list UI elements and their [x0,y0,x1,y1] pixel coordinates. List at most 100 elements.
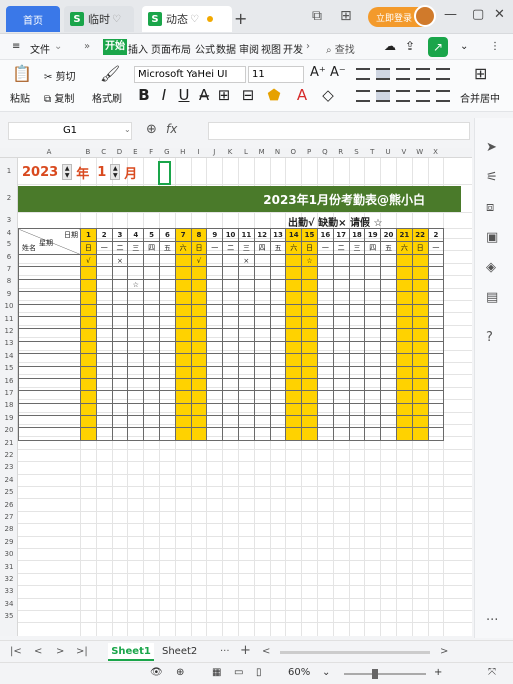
attendance-cell[interactable] [395,315,413,330]
row-header[interactable]: 30 [0,550,18,558]
attendance-cell[interactable] [269,427,287,441]
column-header-Q[interactable]: Q [317,148,333,156]
attendance-cell[interactable] [206,402,224,417]
attendance-cell[interactable] [380,340,397,355]
sheet-tab-sheet2[interactable]: Sheet2 [162,646,197,657]
attendance-cell[interactable] [285,328,303,342]
formula-input[interactable] [208,122,470,140]
attendance-cell[interactable] [80,377,97,392]
attendance-cell[interactable] [174,303,192,317]
eye-protection-icon[interactable]: 👁 [150,667,163,678]
attendance-cell[interactable] [395,390,413,404]
attendance-cell[interactable] [80,402,97,417]
fullscreen-icon[interactable]: ⤧ [488,667,496,678]
attendance-cell[interactable] [332,328,350,342]
menu-insert[interactable]: 插入 [128,41,148,56]
weekday-cell[interactable]: 三 [348,241,366,255]
attendance-cell[interactable] [285,427,303,441]
attendance-cell[interactable] [143,353,160,367]
attendance-cell[interactable] [380,315,397,330]
attendance-cell[interactable] [253,340,271,355]
align-left-icon[interactable] [356,90,370,102]
date-cell[interactable]: 10 [222,228,239,242]
attendance-cell[interactable] [237,353,255,367]
row-header[interactable]: 25 [0,488,18,496]
attendance-cell[interactable] [80,427,97,441]
justify-icon[interactable] [416,90,430,102]
maximize-icon[interactable]: ▢ [472,7,484,22]
attendance-cell[interactable] [285,266,303,280]
attendance-cell[interactable] [380,253,397,268]
column-header-X[interactable]: X [428,148,444,156]
attendance-cell[interactable] [332,278,350,293]
attendance-cell[interactable] [380,390,397,404]
attendance-cell[interactable] [316,253,334,268]
attendance-cell[interactable] [285,353,303,367]
attendance-cell[interactable] [111,266,129,280]
attendance-cell[interactable] [158,266,176,280]
attendance-cell[interactable] [269,328,287,342]
attendance-cell[interactable] [111,427,129,441]
attendance-cell[interactable] [427,377,445,392]
weekday-cell[interactable]: 一 [316,241,334,255]
attendance-cell[interactable] [158,328,176,342]
date-cell[interactable]: 6 [158,228,176,242]
attendance-cell[interactable] [332,415,350,429]
attendance-cell[interactable] [80,340,97,355]
date-cell[interactable]: 17 [332,228,350,242]
attendance-cell[interactable] [285,365,303,379]
row-header[interactable]: 13 [0,339,18,347]
date-cell[interactable]: 22 [411,228,429,242]
attendance-cell[interactable] [364,377,382,392]
attendance-cell[interactable] [316,427,334,441]
row-header[interactable]: 34 [0,600,18,608]
attendance-cell[interactable] [237,427,255,441]
attendance-cell[interactable] [316,390,334,404]
attendance-cell[interactable] [332,377,350,392]
year-spinner[interactable]: ▲ ▼ [62,164,73,180]
attendance-cell[interactable] [190,315,208,330]
attendance-cell[interactable] [285,278,303,293]
attendance-cell[interactable] [158,427,176,441]
attendance-cell[interactable] [111,365,129,379]
tab-home[interactable]: 首页 [6,6,60,32]
menu-formula[interactable]: 公式 [195,41,215,56]
weekday-cell[interactable]: 日 [411,241,429,255]
name-cell[interactable] [18,353,81,367]
date-cell[interactable]: 20 [380,228,397,242]
adjust-icon[interactable]: ⚟ [486,170,498,185]
tab-active-doc[interactable]: S 动态 ♡ [142,6,232,32]
attendance-cell[interactable] [253,303,271,317]
column-header-K[interactable]: K [222,148,238,156]
weekday-cell[interactable]: 四 [253,241,271,255]
attendance-cell[interactable] [127,402,145,417]
attendance-cell[interactable] [80,353,97,367]
attendance-cell[interactable] [253,328,271,342]
name-cell[interactable] [18,377,81,392]
date-cell[interactable]: 19 [364,228,382,242]
date-cell[interactable]: 2 [427,228,445,242]
attendance-cell[interactable] [395,377,413,392]
attendance-cell[interactable] [380,328,397,342]
attendance-cell[interactable] [111,353,129,367]
hamburger-icon[interactable]: ≡ [12,41,20,52]
style-icon[interactable]: ⧈ [486,200,494,215]
attendance-cell[interactable] [237,266,255,280]
attendance-cell[interactable] [253,353,271,367]
attendance-cell[interactable] [411,253,429,268]
name-cell[interactable] [18,390,81,404]
attendance-cell[interactable] [143,291,160,305]
attendance-cell[interactable] [127,328,145,342]
attendance-cell[interactable] [395,291,413,305]
attendance-cell[interactable] [380,402,397,417]
share-button[interactable]: ↗ [428,37,448,57]
attendance-cell[interactable] [206,340,224,355]
add-sheet-button[interactable]: + [240,643,251,658]
attendance-cell[interactable] [190,328,208,342]
attendance-cell[interactable] [364,340,382,355]
chevron-down-icon[interactable]: ⌄ [322,667,330,678]
name-cell[interactable] [18,402,81,417]
attendance-cell[interactable] [95,365,113,379]
row-header[interactable]: 27 [0,513,18,521]
attendance-cell[interactable] [253,415,271,429]
